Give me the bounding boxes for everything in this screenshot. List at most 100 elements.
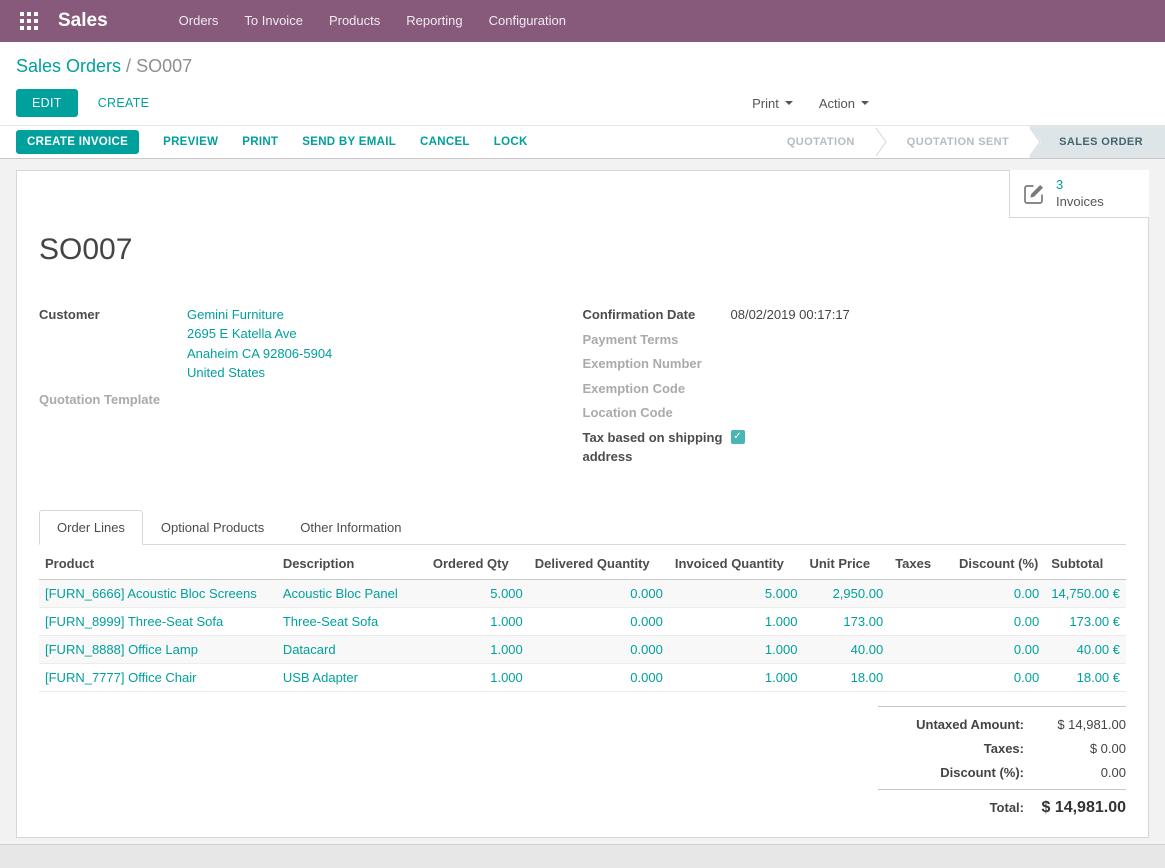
total-label: Total: — [990, 800, 1024, 815]
right-field-column: Confirmation Date 08/02/2019 00:17:17 Pa… — [583, 305, 1127, 466]
confirmation-date-value: 08/02/2019 00:17:17 — [731, 305, 850, 324]
invoices-stat-button[interactable]: 3 Invoices — [1009, 170, 1149, 218]
send-by-email-button[interactable]: SEND BY EMAIL — [302, 136, 396, 148]
cell-ordered-qty: 1.000 — [427, 663, 529, 691]
caret-down-icon — [861, 101, 869, 105]
top-navbar: Sales Orders To Invoice Products Reporti… — [0, 0, 1165, 42]
taxes-total-value: $ 0.00 — [1024, 741, 1126, 756]
main-menu: Orders To Invoice Products Reporting Con… — [166, 0, 579, 42]
cell-unit-price: 2,950.00 — [803, 579, 889, 607]
cell-invoiced-qty: 1.000 — [669, 635, 804, 663]
cell-taxes — [889, 663, 953, 691]
left-field-column: Customer Gemini Furniture 2695 E Katella… — [39, 305, 583, 466]
caret-down-icon — [785, 101, 793, 105]
cell-description: USB Adapter — [277, 663, 427, 691]
tab-other-information[interactable]: Other Information — [282, 510, 419, 545]
cell-description: Datacard — [277, 635, 427, 663]
breadcrumb: Sales Orders / SO007 — [16, 56, 1149, 77]
order-lines-table: Product Description Ordered Qty Delivere… — [39, 547, 1126, 692]
action-dropdown[interactable]: Action — [819, 96, 869, 111]
check-icon: ✓ — [733, 431, 741, 442]
exemption-number-label: Exemption Number — [583, 354, 731, 373]
untaxed-amount-value: $ 14,981.00 — [1024, 717, 1126, 732]
nav-item-configuration[interactable]: Configuration — [476, 0, 579, 42]
quotation-template-label: Quotation Template — [39, 390, 187, 409]
cell-discount: 0.00 — [953, 607, 1045, 635]
cell-unit-price: 173.00 — [803, 607, 889, 635]
order-line-row[interactable]: [FURN_7777] Office Chair USB Adapter 1.0… — [39, 663, 1126, 691]
header-discount: Discount (%) — [953, 547, 1045, 580]
cell-ordered-qty: 1.000 — [427, 607, 529, 635]
cell-subtotal: 18.00 € — [1045, 663, 1126, 691]
total-value: $ 14,981.00 — [1024, 799, 1126, 817]
cell-subtotal: 14,750.00 € — [1045, 579, 1126, 607]
statusbar: CREATE INVOICE PREVIEW PRINT SEND BY EMA… — [0, 125, 1165, 159]
status-step-quotation[interactable]: QUOTATION — [767, 126, 875, 158]
discount-total-value: 0.00 — [1024, 765, 1126, 780]
apps-grid-icon[interactable] — [16, 8, 42, 34]
nav-item-reporting[interactable]: Reporting — [393, 0, 475, 42]
breadcrumb-parent[interactable]: Sales Orders — [16, 56, 121, 76]
print-dropdown[interactable]: Print — [752, 96, 793, 111]
lock-button[interactable]: LOCK — [494, 136, 528, 148]
status-step-quotation-sent[interactable]: QUOTATION SENT — [887, 126, 1029, 158]
header-invoiced-quantity: Invoiced Quantity — [669, 547, 804, 580]
action-dropdown-label: Action — [819, 96, 855, 111]
header-product: Product — [39, 547, 277, 580]
notebook-tabs: Order Lines Optional Products Other Info… — [39, 510, 1126, 545]
header-subtotal: Subtotal — [1045, 547, 1126, 580]
cell-product: [FURN_8888] Office Lamp — [39, 635, 277, 663]
header-description: Description — [277, 547, 427, 580]
status-steps: QUOTATION QUOTATION SENT SALES ORDER — [767, 126, 1165, 158]
invoices-label: Invoices — [1056, 194, 1104, 210]
order-line-row[interactable]: [FURN_8888] Office Lamp Datacard 1.000 0… — [39, 635, 1126, 663]
cell-delivered-qty: 0.000 — [529, 663, 669, 691]
breadcrumb-separator: / — [121, 56, 136, 76]
field-group: Customer Gemini Furniture 2695 E Katella… — [39, 305, 1126, 466]
cell-invoiced-qty: 5.000 — [669, 579, 804, 607]
grid-icon — [20, 12, 38, 30]
status-step-sales-order[interactable]: SALES ORDER — [1029, 126, 1165, 158]
cell-subtotal: 40.00 € — [1045, 635, 1126, 663]
create-button[interactable]: CREATE — [92, 90, 156, 116]
cell-discount: 0.00 — [953, 663, 1045, 691]
cell-ordered-qty: 5.000 — [427, 579, 529, 607]
breadcrumb-current: SO007 — [136, 56, 192, 76]
cell-description: Three-Seat Sofa — [277, 607, 427, 635]
cell-subtotal: 173.00 € — [1045, 607, 1126, 635]
exemption-code-label: Exemption Code — [583, 379, 731, 398]
cell-unit-price: 40.00 — [803, 635, 889, 663]
cell-unit-price: 18.00 — [803, 663, 889, 691]
customer-link[interactable]: Gemini Furniture — [187, 305, 332, 324]
customer-address-line1: 2695 E Katella Ave — [187, 324, 332, 344]
customer-address-line3: United States — [187, 363, 332, 383]
order-line-row[interactable]: [FURN_8999] Three-Seat Sofa Three-Seat S… — [39, 607, 1126, 635]
header-taxes: Taxes — [889, 547, 953, 580]
discount-total-label: Discount (%): — [940, 765, 1024, 780]
nav-item-to-invoice[interactable]: To Invoice — [231, 0, 316, 42]
cell-delivered-qty: 0.000 — [529, 579, 669, 607]
taxes-total-label: Taxes: — [984, 741, 1024, 756]
untaxed-amount-label: Untaxed Amount: — [916, 717, 1024, 732]
create-invoice-button[interactable]: CREATE INVOICE — [16, 130, 139, 154]
confirmation-date-label: Confirmation Date — [583, 305, 731, 324]
tax-shipping-checkbox[interactable]: ✓ — [731, 430, 745, 444]
nav-item-products[interactable]: Products — [316, 0, 393, 42]
edit-button[interactable]: EDIT — [16, 89, 78, 117]
order-title: SO007 — [39, 233, 1126, 267]
pencil-square-icon — [1022, 182, 1046, 206]
table-header-row: Product Description Ordered Qty Delivere… — [39, 547, 1126, 580]
tab-optional-products[interactable]: Optional Products — [143, 510, 282, 545]
cancel-button[interactable]: CANCEL — [420, 136, 470, 148]
cell-invoiced-qty: 1.000 — [669, 663, 804, 691]
cell-taxes — [889, 579, 953, 607]
order-line-row[interactable]: [FURN_6666] Acoustic Bloc Screens Acoust… — [39, 579, 1126, 607]
app-name[interactable]: Sales — [58, 10, 108, 32]
preview-button[interactable]: PREVIEW — [163, 136, 218, 148]
nav-item-orders[interactable]: Orders — [166, 0, 232, 42]
payment-terms-label: Payment Terms — [583, 330, 731, 349]
cell-invoiced-qty: 1.000 — [669, 607, 804, 635]
cell-taxes — [889, 635, 953, 663]
print-button[interactable]: PRINT — [242, 136, 278, 148]
tab-order-lines[interactable]: Order Lines — [39, 510, 143, 545]
